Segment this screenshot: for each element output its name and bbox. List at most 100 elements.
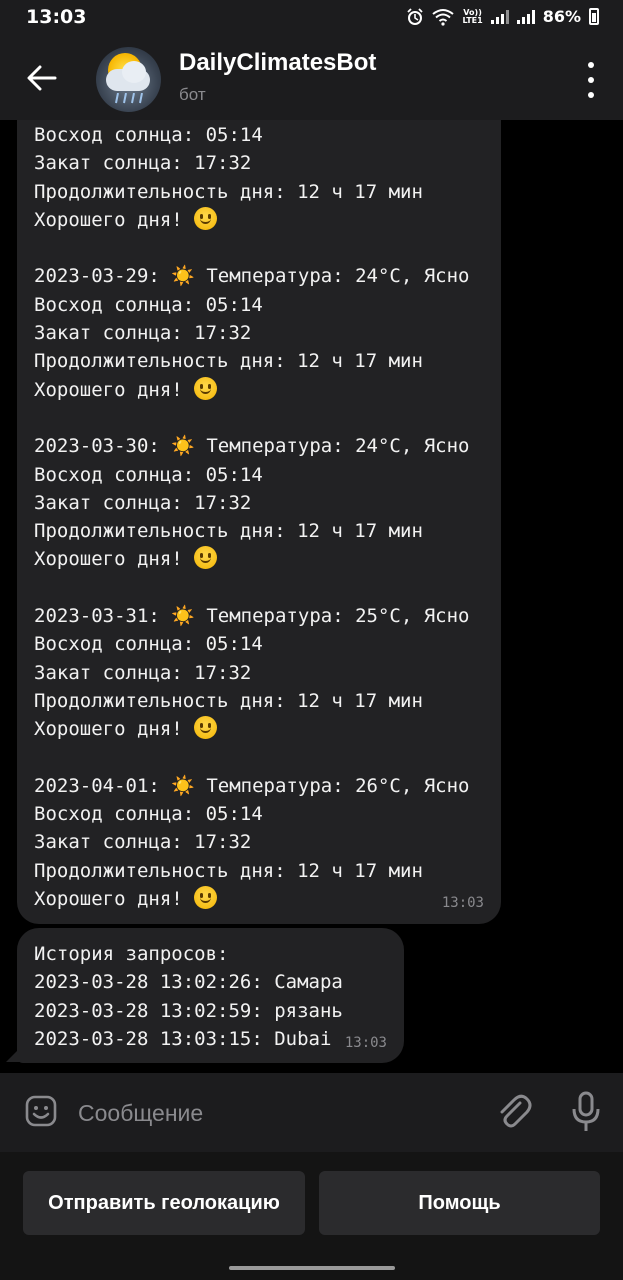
alarm-icon xyxy=(407,7,424,25)
message-line: 2023-03-28 13:02:59: рязань xyxy=(34,997,404,1025)
bot-keyboard: Отправить геолокацию Помощь xyxy=(0,1152,623,1256)
message-line-text: Восход солнца: 05:14 xyxy=(34,124,263,146)
message-time: 13:03 xyxy=(344,1034,387,1051)
message-line-text: Продолжительность дня: 12 ч 17 мин xyxy=(34,520,423,543)
help-button[interactable]: Помощь xyxy=(319,1171,600,1235)
message-line: 2023-03-31: ☀️ Температура: 25°C, Ясно xyxy=(34,602,501,630)
message-line: 2023-03-28 13:02:26: Самара xyxy=(34,968,404,996)
message-bubble[interactable]: История запросов: 2023-03-28 13:02:26: Са… xyxy=(17,928,404,1063)
smile-emoji-icon xyxy=(194,376,218,400)
message-line-text: Хорошего дня! xyxy=(34,208,195,231)
lte-bottom-label: LTE1 xyxy=(462,15,483,25)
message-line-text: 2023-03-31: ☀️ Температура: 25°C, Ясно xyxy=(34,605,470,628)
message-line: Хорошего дня! xyxy=(34,715,501,743)
message-line: Продолжительность дня: 12 ч 17 мин xyxy=(34,517,501,545)
message-line: Закат солнца: 17:32 xyxy=(34,489,501,517)
emoji-icon[interactable] xyxy=(24,1094,58,1128)
message-line: Закат солнца: 17:32 xyxy=(34,828,501,856)
more-menu-button[interactable] xyxy=(581,62,601,98)
message-line: Продолжительность дня: 12 ч 17 мин xyxy=(34,857,501,885)
message-line-text: 2023-03-28 13:02:59: рязань xyxy=(34,999,343,1022)
battery-percent: 86% xyxy=(542,7,581,26)
message-line-text: 2023-03-28 13:02:26: Самара xyxy=(34,971,343,994)
message-composer xyxy=(0,1073,623,1152)
wifi-icon xyxy=(432,8,455,26)
message-line-text: 2023-03-30: ☀️ Температура: 24°C, Ясно xyxy=(34,435,470,458)
message-line-text: Закат солнца: 17:32 xyxy=(34,491,252,514)
message-line-text: Хорошего дня! xyxy=(34,888,195,911)
smile-emoji-icon xyxy=(194,206,218,230)
message-line-text: Закат солнца: 17:32 xyxy=(34,322,252,345)
message-line: Хорошего дня! xyxy=(34,885,501,913)
message-line-text: Хорошего дня! xyxy=(34,378,195,401)
status-icons: Vo)) LTE1 86% xyxy=(406,7,599,26)
status-time: 13:03 xyxy=(26,6,87,28)
microphone-icon[interactable] xyxy=(570,1091,602,1133)
message-line-text: Продолжительность дня: 12 ч 17 мин xyxy=(34,350,423,373)
message-line: Закат солнца: 17:32 xyxy=(34,149,501,177)
message-line: Восход солнца: 05:14 xyxy=(34,121,501,149)
message-input[interactable] xyxy=(76,1093,480,1133)
message-line-text: 2023-03-28 13:03:15: Dubai xyxy=(34,1027,332,1050)
message-line-text: 2023-03-29: ☀️ Температура: 24°C, Ясно xyxy=(34,265,470,288)
more-dot xyxy=(588,77,594,83)
message-line-text: Продолжительность дня: 12 ч 17 мин xyxy=(34,859,423,882)
message-line: 2023-03-30: ☀️ Температура: 24°C, Ясно xyxy=(34,432,501,460)
status-bar: 13:03 Vo)) LTE1 86% xyxy=(0,0,623,40)
home-indicator[interactable] xyxy=(229,1266,395,1270)
message-line-text: Хорошего дня! xyxy=(34,548,195,571)
paperclip-icon[interactable] xyxy=(496,1093,532,1133)
message-line: Хорошего дня! xyxy=(34,376,501,404)
message-line-text: История запросов: xyxy=(34,943,229,965)
message-line: Восход солнца: 05:14 xyxy=(34,461,501,489)
signal-icon xyxy=(490,9,509,24)
message-line-text: Закат солнца: 17:32 xyxy=(34,661,252,684)
avatar[interactable] xyxy=(96,47,161,112)
message-line: Восход солнца: 05:14 xyxy=(34,291,501,319)
smile-emoji-icon xyxy=(194,546,218,570)
lte-icon: Vo)) LTE1 xyxy=(462,8,483,25)
message-line-text: 2023-04-01: ☀️ Температура: 26°C, Ясно xyxy=(34,774,470,797)
message-line: 2023-03-29: ☀️ Температура: 24°C, Ясно xyxy=(34,262,501,290)
avatar-cloud-top xyxy=(122,61,146,83)
more-dot xyxy=(588,92,594,98)
smile-emoji-icon xyxy=(194,886,218,910)
send-location-button[interactable]: Отправить геолокацию xyxy=(23,1171,305,1235)
message-line-text: Закат солнца: 17:32 xyxy=(34,831,252,854)
message-bubble[interactable]: Восход солнца: 05:14 Закат солнца: 17:32 П… xyxy=(17,120,501,924)
message-line-text: Продолжительность дня: 12 ч 17 мин xyxy=(34,180,423,203)
arrow-left-icon xyxy=(27,65,57,91)
smile-emoji-icon xyxy=(194,716,218,740)
chat-subtitle: бот xyxy=(179,85,206,104)
chat-title[interactable]: DailyClimatesBot xyxy=(179,49,376,77)
message-line-text: Восход солнца: 05:14 xyxy=(34,293,263,316)
message-line: Хорошего дня! xyxy=(34,206,501,234)
back-button[interactable] xyxy=(22,58,62,98)
message-line-text: Восход солнца: 05:14 xyxy=(34,633,263,656)
message-line-text: Закат солнца: 17:32 xyxy=(34,152,252,175)
message-line: Продолжительность дня: 12 ч 17 мин xyxy=(34,178,501,206)
message-line: История запросов: xyxy=(34,940,404,968)
message-line-text: Восход солнца: 05:14 xyxy=(34,463,263,486)
message-time: 13:03 xyxy=(441,894,484,911)
message-line: Закат солнца: 17:32 xyxy=(34,659,501,687)
message-line: Восход солнца: 05:14 xyxy=(34,630,501,658)
message-line: 2023-04-01: ☀️ Температура: 26°C, Ясно xyxy=(34,772,501,800)
message-line: Продолжительность дня: 12 ч 17 мин xyxy=(34,687,501,715)
more-dot xyxy=(588,62,594,68)
navigation-bar xyxy=(0,1256,623,1280)
chat-header: DailyClimatesBot бот xyxy=(0,40,623,120)
message-line: Восход солнца: 05:14 xyxy=(34,800,501,828)
message-line-text: Восход солнца: 05:14 xyxy=(34,803,263,826)
message-line-text: Продолжительность дня: 12 ч 17 мин xyxy=(34,689,423,712)
message-line-text: Хорошего дня! xyxy=(34,718,195,741)
message-line: Хорошего дня! xyxy=(34,545,501,573)
message-line: Закат солнца: 17:32 xyxy=(34,319,501,347)
chat-area[interactable]: Восход солнца: 05:14 Закат солнца: 17:32 П… xyxy=(0,120,623,1073)
signal-icon-2 xyxy=(516,9,535,24)
avatar-rain xyxy=(115,93,143,104)
